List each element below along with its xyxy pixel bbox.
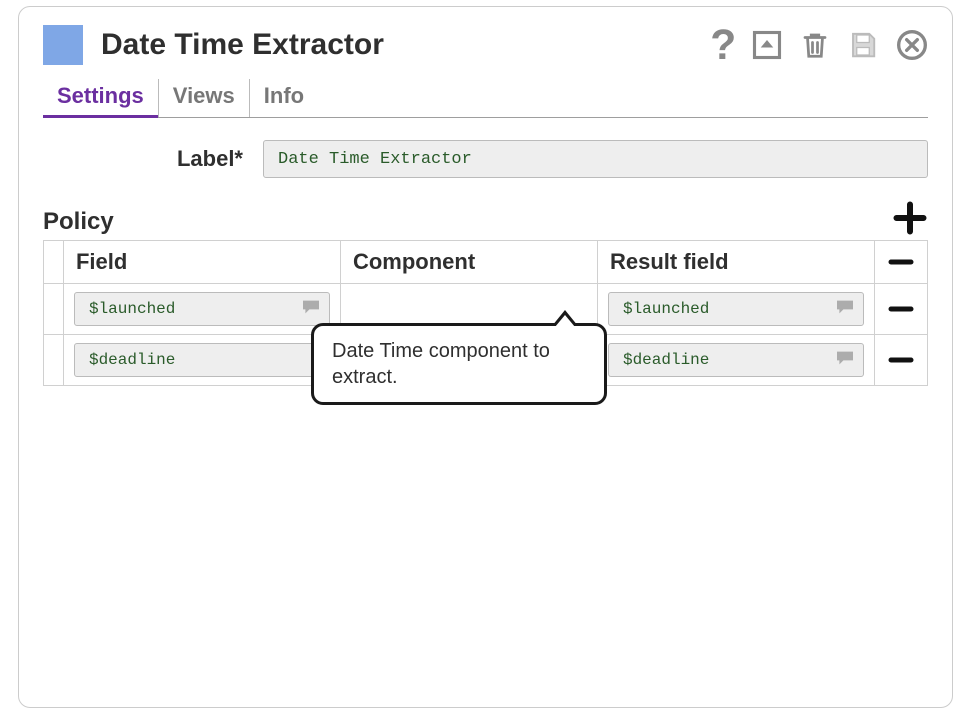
trash-icon[interactable] [800,30,830,60]
field-input-launched[interactable] [74,292,330,326]
remove-row-button[interactable] [874,284,927,335]
column-component: Component [340,241,597,284]
help-icon[interactable]: ? [704,26,734,64]
header-actions: ? [704,26,928,64]
comment-icon[interactable] [835,350,855,371]
add-row-button[interactable] [892,200,928,236]
comment-icon[interactable] [301,299,321,320]
tab-views[interactable]: Views [158,79,249,117]
result-input[interactable] [621,299,835,319]
tab-settings[interactable]: Settings [43,79,158,118]
row-handle[interactable] [44,335,64,386]
dialog: Date Time Extractor ? Settings Views Inf… [18,6,953,708]
policy-header: Policy [43,200,928,236]
dialog-title: Date Time Extractor [101,28,704,62]
field-input-deadline[interactable] [74,343,330,377]
color-swatch [43,25,83,65]
export-icon[interactable] [752,30,782,60]
save-icon[interactable] [848,30,878,60]
tooltip: Date Time component to extract. [311,323,607,405]
field-input[interactable] [87,299,301,319]
table-header-row: Field Component Result field [44,241,928,284]
label-caption: Label* [43,146,243,172]
tab-bar: Settings Views Info [43,79,928,118]
column-handle [44,241,64,284]
result-input-deadline[interactable] [608,343,864,377]
label-input[interactable] [263,140,928,178]
result-input-launched[interactable] [608,292,864,326]
dialog-header: Date Time Extractor ? [43,25,928,65]
remove-row-button[interactable] [874,335,927,386]
column-field: Field [63,241,340,284]
tab-info[interactable]: Info [249,79,318,117]
field-input[interactable] [87,350,301,370]
remove-header-cell [874,241,927,284]
column-result: Result field [597,241,874,284]
label-row: Label* [43,140,928,178]
comment-icon[interactable] [835,299,855,320]
row-handle[interactable] [44,284,64,335]
svg-text:?: ? [710,26,734,64]
result-input[interactable] [621,350,835,370]
policy-title: Policy [43,208,114,236]
close-icon[interactable] [896,29,928,61]
